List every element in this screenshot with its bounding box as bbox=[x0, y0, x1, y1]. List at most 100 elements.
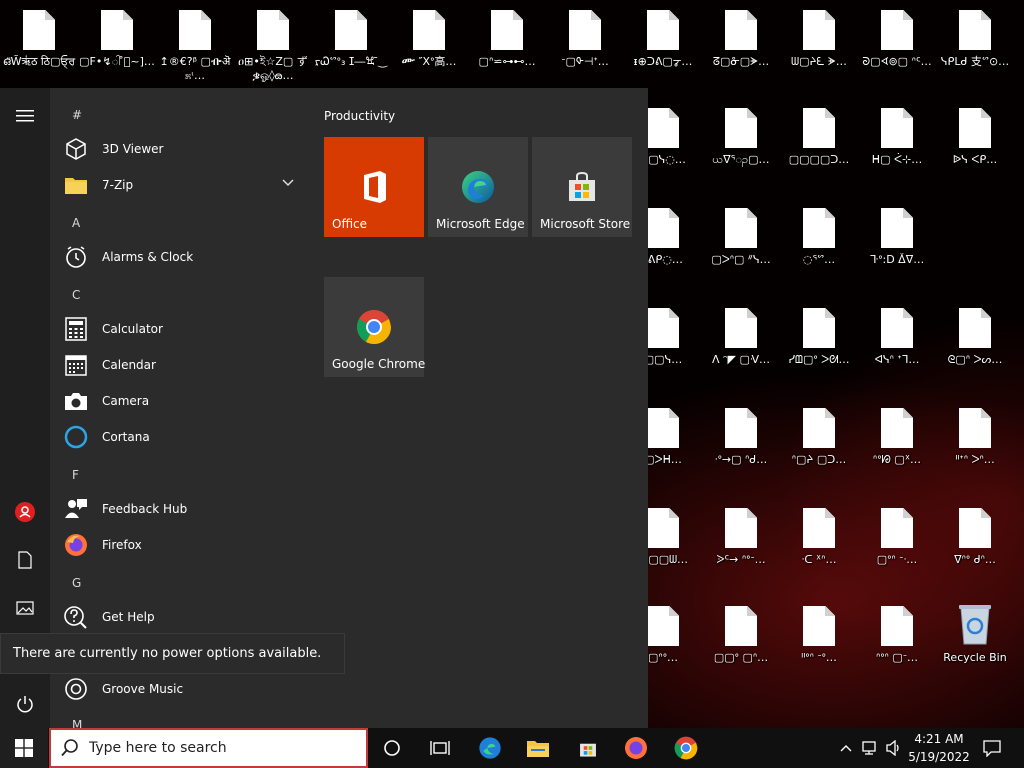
desktop-file-icon[interactable]: ഒ̈W̃ऋ॑ठ ठि▢ਓ੍ਰ bbox=[0, 0, 78, 92]
action-center-button[interactable] bbox=[978, 728, 1006, 768]
group-header-c[interactable]: C bbox=[72, 288, 80, 302]
network-button[interactable] bbox=[858, 728, 882, 768]
desktop-file-icon[interactable]: ᘔ▢ᓁ▢ᗘ… bbox=[702, 0, 780, 92]
desktop-file-label: ◌ᕐᔥ… bbox=[802, 253, 836, 266]
tile-label: Microsoft Store bbox=[540, 217, 631, 231]
app-feedback-hub[interactable]: Feedback Hub bbox=[60, 491, 304, 527]
file-icon bbox=[881, 408, 913, 448]
pictures-button[interactable] bbox=[0, 586, 50, 630]
cortana-button[interactable] bbox=[368, 728, 416, 768]
file-icon bbox=[959, 408, 991, 448]
tile-microsoft-edge[interactable]: Microsoft Edge bbox=[428, 137, 528, 237]
taskbar-search-box[interactable]: Type here to search bbox=[49, 728, 368, 768]
volume-button[interactable] bbox=[882, 728, 906, 768]
app-label: Cortana bbox=[102, 430, 150, 444]
desktop-file-icon[interactable]: ▢ᐤᐢ ᐨᐧ… bbox=[858, 498, 936, 590]
desktop-file-icon[interactable]: ᗯ▢ᔨᘍ ᗘ… bbox=[780, 0, 858, 92]
desktop-file-icon[interactable]: ᒭᐤ:D ᐂᐁ… bbox=[858, 198, 936, 290]
desktop-file-icon[interactable]: ᐧᑕ ᕽᐢ… bbox=[780, 498, 858, 590]
taskbar-file-explorer[interactable] bbox=[514, 728, 562, 768]
app-label: Feedback Hub bbox=[102, 502, 188, 516]
power-button[interactable] bbox=[0, 682, 50, 726]
desktop-file-icon[interactable]: ᐉᓭ ᐸᑭ… bbox=[936, 98, 1014, 190]
power-options-tooltip: There are currently no power options ava… bbox=[0, 633, 345, 674]
desktop-file-label: ᐦᐤᐢ ᐨᐤ… bbox=[801, 651, 837, 664]
task-view-button[interactable] bbox=[416, 728, 464, 768]
group-header-hash[interactable]: # bbox=[72, 108, 82, 122]
app-camera[interactable]: Camera bbox=[60, 383, 304, 419]
app-groove-music[interactable]: Groove Music bbox=[60, 671, 304, 707]
desktop-file-label: ᕼ▢ ᐹ⊹… bbox=[871, 153, 923, 166]
desktop-file-icon[interactable]: ᐁᐢᐤ ᑯᐢ… bbox=[936, 498, 1014, 590]
tile-office[interactable]: Office bbox=[324, 137, 424, 237]
desktop-file-icon[interactable]: ᘓ▢ᐢ ᐳᔕ… bbox=[936, 298, 1014, 390]
start-button[interactable] bbox=[0, 728, 48, 768]
desktop-file-icon[interactable]: ᎀ ″Xᐤ高… bbox=[390, 0, 468, 92]
recycle-bin[interactable]: Recycle Bin bbox=[936, 596, 1014, 688]
app-7zip[interactable]: 7-Zip bbox=[60, 167, 304, 203]
taskbar-store[interactable] bbox=[564, 728, 612, 768]
desktop-file-label: ᐢ▢ᔨ ▢ᑐ… bbox=[791, 453, 847, 466]
taskbar-firefox[interactable] bbox=[612, 728, 660, 768]
user-account-button[interactable] bbox=[0, 490, 50, 534]
desktop-file-icon[interactable]: ᐷᑦ→ ᐢᐤᐨ… bbox=[702, 498, 780, 590]
app-get-help[interactable]: Get Help bbox=[60, 599, 304, 635]
file-icon bbox=[257, 10, 289, 50]
file-icon bbox=[491, 10, 523, 50]
desktop-file-icon[interactable]: ▢▢▢▢ᑐ… bbox=[780, 98, 858, 190]
desktop-file-icon[interactable]: ᘐ▢ᗏ⊚▢ ᐢᑦ… bbox=[858, 0, 936, 92]
group-header-m[interactable]: M bbox=[72, 718, 82, 728]
tiles-group-header[interactable]: Productivity bbox=[324, 109, 395, 123]
app-calculator[interactable]: Calculator bbox=[60, 311, 304, 347]
app-label: Get Help bbox=[102, 610, 155, 624]
windows-logo-icon bbox=[15, 739, 33, 757]
desktop-file-label: ᐧᑕ ᕽᐢ… bbox=[801, 553, 837, 566]
group-header-a[interactable]: A bbox=[72, 216, 80, 230]
desktop-file-icon[interactable]: ᐊᓭᐢ ᐩᒣ… bbox=[858, 298, 936, 390]
desktop-file-icon[interactable]: ዐ⊞•ই☆Z▢ ずቌஓ◊ౚ… bbox=[234, 0, 312, 92]
tile-microsoft-store[interactable]: Microsoft Store bbox=[532, 137, 632, 237]
desktop-file-icon[interactable]: ▢F•↯ါ ̊ႅ~]… bbox=[78, 0, 156, 92]
desktop-file-icon[interactable]: ᐦᐤᐢ ᐨᐤ… bbox=[780, 596, 858, 688]
show-hidden-icons-button[interactable] bbox=[836, 728, 856, 768]
desktop-file-icon[interactable]: ᓯᗶ▢ᐤ ᐳᘛ… bbox=[780, 298, 858, 390]
chevron-down-icon[interactable] bbox=[282, 179, 294, 187]
desktop-file-icon[interactable]: ▢▢ᐤ ▢ᐢ… bbox=[702, 596, 780, 688]
desktop-file-icon[interactable]: ယᐁᕐၣ▢… bbox=[702, 98, 780, 190]
desktop-file-icon[interactable]: ᐢ▢ᔨ ▢ᑐ… bbox=[780, 398, 858, 490]
app-alarms-clock[interactable]: Alarms & Clock bbox=[60, 239, 304, 275]
taskbar-chrome[interactable] bbox=[662, 728, 710, 768]
desktop-file-icon[interactable]: ᐨ▢ᡐ⊣ᐩ… bbox=[546, 0, 624, 92]
file-icon bbox=[881, 508, 913, 548]
app-firefox[interactable]: Firefox bbox=[60, 527, 304, 563]
desktop-file-icon[interactable]: ◌ᕐᔥ… bbox=[780, 198, 858, 290]
desktop-file-icon[interactable]: ᓭᑭᒪᑯ 支ᔥ⊙… bbox=[936, 0, 1014, 92]
desktop-file-label: ᐧᐤ→▢ ᐢᑯ… bbox=[714, 453, 768, 466]
app-3d-viewer[interactable]: 3D Viewer bbox=[60, 131, 304, 167]
desktop-file-icon[interactable]: ᐦᐩᐢ ᐳᐢ… bbox=[936, 398, 1014, 490]
group-header-f[interactable]: F bbox=[72, 468, 79, 482]
documents-button[interactable] bbox=[0, 538, 50, 582]
desktop-file-icon[interactable]: ᐱ ᵔ◤ ▢ᐺ… bbox=[702, 298, 780, 390]
desktop-file-icon[interactable]: ᕼ▢ ᐹ⊹… bbox=[858, 98, 936, 190]
app-label: Calendar bbox=[102, 358, 156, 372]
group-header-g[interactable]: G bbox=[72, 576, 81, 590]
app-cortana[interactable]: Cortana bbox=[60, 419, 304, 455]
desktop-file-icon[interactable]: ᐧᐤ→▢ ᐢᑯ… bbox=[702, 398, 780, 490]
desktop-file-label: ᐢᐤᘘ ▢ᕽ… bbox=[872, 453, 922, 466]
taskbar-clock[interactable]: 4:21 AM 5/19/2022 bbox=[904, 730, 974, 766]
expand-menu-button[interactable] bbox=[0, 94, 50, 138]
desktop-file-icon[interactable]: ᵻ⊕ᑐᕕ▢ᡒ… bbox=[624, 0, 702, 92]
tile-google-chrome[interactable]: Google Chrome bbox=[324, 277, 425, 377]
desktop-file-label: ᐉᓭ ᐸᑭ… bbox=[952, 153, 998, 166]
calendar-icon bbox=[64, 353, 88, 377]
desktop-file-icon[interactable]: ↥®€?ᵝ ▢ᎇऄ೫ᶥ… bbox=[156, 0, 234, 92]
file-icon bbox=[725, 308, 757, 348]
app-calendar[interactable]: Calendar bbox=[60, 347, 304, 383]
desktop-file-icon[interactable]: ᐢᐤᐢ ▢ᐨ… bbox=[858, 596, 936, 688]
desktop-file-icon[interactable]: ▢ᐢ⋍⊶⊷… bbox=[468, 0, 546, 92]
taskbar-edge[interactable] bbox=[466, 728, 514, 768]
desktop-file-icon[interactable]: ᠷᏇᔥᐤ₃ ⵊ―ꖐ ̄‿ bbox=[312, 0, 390, 92]
desktop-file-icon[interactable]: ᐢᐤᘘ ▢ᕽ… bbox=[858, 398, 936, 490]
desktop-file-icon[interactable]: ▢ᐳᐢ▢ ᐥᓭ… bbox=[702, 198, 780, 290]
